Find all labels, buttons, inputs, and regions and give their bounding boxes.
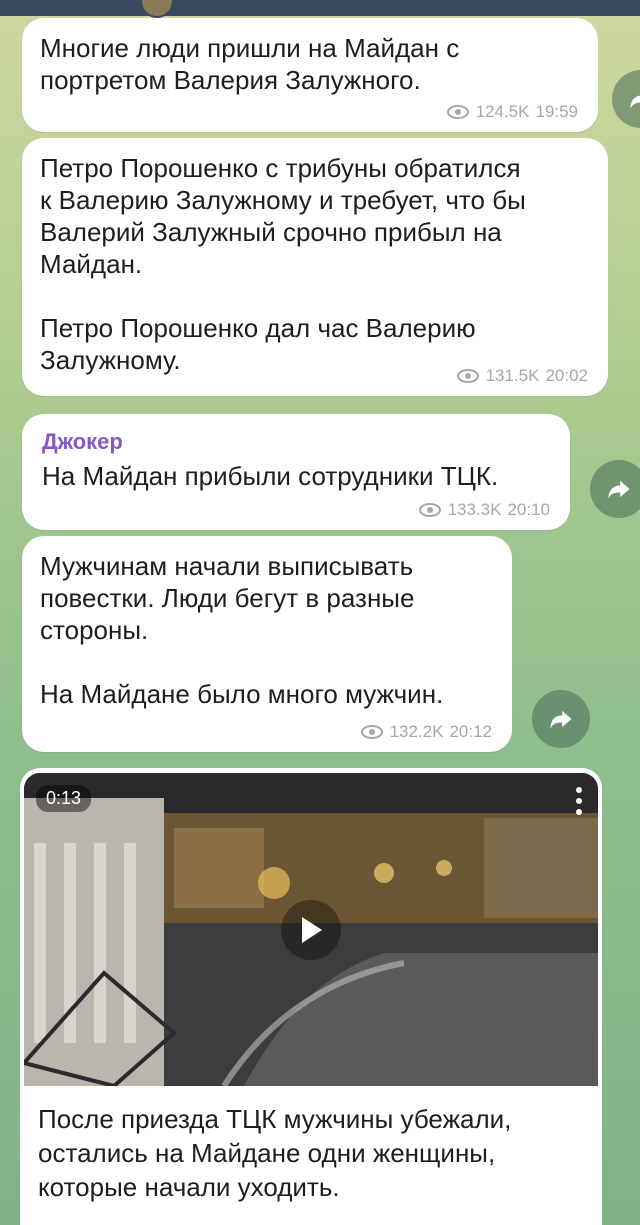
message-meta: 133.3K 20:10 <box>418 500 550 520</box>
eye-icon <box>456 369 479 383</box>
message-bubble[interactable]: Многие люди пришли на Майдан с портретом… <box>22 18 598 132</box>
eye-icon <box>418 503 441 517</box>
view-count: 124.5K <box>475 102 530 121</box>
eye-icon <box>446 105 469 119</box>
message-time: 20:12 <box>449 722 492 741</box>
more-vertical-icon[interactable] <box>576 787 584 820</box>
channel-avatar[interactable] <box>140 0 174 18</box>
video-duration: 0:13 <box>36 785 92 812</box>
forward-arrow-icon <box>550 710 572 729</box>
message-meta: 124.5K 19:59 <box>446 102 578 122</box>
message-bubble[interactable]: Джокер На Майдан прибыли сотрудники ТЦК.… <box>22 414 570 530</box>
video-thumbnail[interactable]: 0:13 <box>24 773 598 1086</box>
forward-arrow-icon <box>630 95 640 109</box>
forward-button[interactable] <box>612 70 640 128</box>
message-text: Многие люди пришли на Майдан с портретом… <box>40 33 460 95</box>
forward-button[interactable] <box>532 690 590 748</box>
message-time: 20:10 <box>507 500 550 519</box>
message-text: После приезда ТЦК мужчины убежали, остал… <box>38 1104 512 1202</box>
play-button[interactable] <box>281 900 341 960</box>
forward-button[interactable] <box>590 460 640 518</box>
message-text: На Майдан прибыли сотрудники ТЦК. <box>42 461 499 491</box>
message-time: 20:02 <box>545 366 588 385</box>
view-count: 131.5K <box>485 366 540 385</box>
chat-header <box>0 0 640 18</box>
message-bubble[interactable]: Петро Порошенко с трибуны обратился к Ва… <box>22 138 608 396</box>
message-bubble[interactable]: Мужчинам начали выписывать повестки. Люд… <box>22 536 512 752</box>
forward-arrow-icon <box>608 480 630 499</box>
message-meta: 131.5K 20:02 <box>456 366 588 386</box>
play-icon <box>302 917 322 943</box>
view-count: 133.3K <box>447 500 502 519</box>
message-meta: 132.2K 20:12 <box>360 722 492 742</box>
sender-name[interactable]: Джокер <box>42 428 123 456</box>
message-time: 19:59 <box>535 102 578 121</box>
message-text: Петро Порошенко с трибуны обратился к Ва… <box>40 153 526 375</box>
eye-icon <box>360 725 383 739</box>
view-count: 132.2K <box>389 722 444 741</box>
message-text: Мужчинам начали выписывать повестки. Люд… <box>40 551 444 709</box>
